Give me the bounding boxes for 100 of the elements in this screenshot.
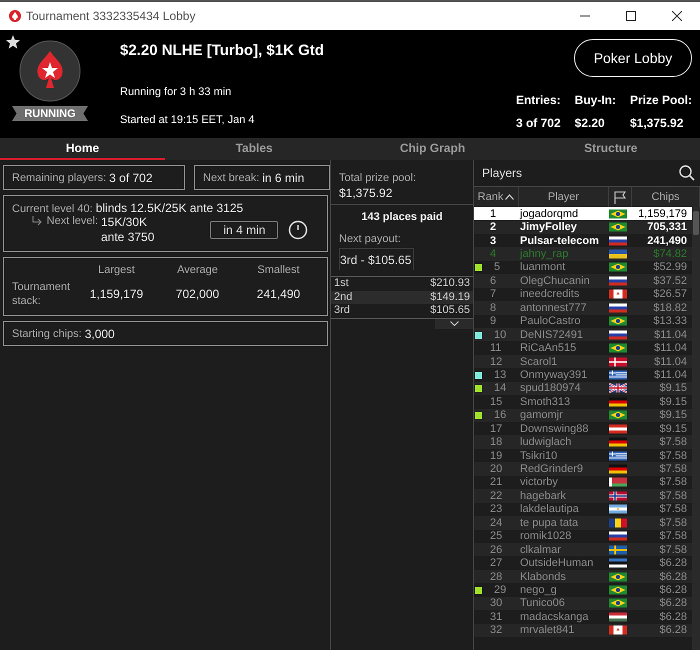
stack-value: 702,000 (174, 287, 220, 301)
chips-cell-text: $13.33 (652, 315, 688, 328)
player-name: OlegChucanin (519, 274, 591, 287)
tab[interactable]: Chip Graph (343, 138, 522, 160)
player-row[interactable]: 4 jahny_rap $74.82 (474, 247, 692, 261)
player-row[interactable]: 19 Tsikri10 $7.58 (474, 448, 692, 462)
chips-cell-text: $7.58 (658, 490, 688, 502)
chips-cell-text: $6.28 (658, 610, 688, 623)
player-name: lakdelautipa (519, 503, 580, 516)
player-name: mrvalet841 (519, 624, 576, 636)
next-level-value: ante 3750 (101, 230, 154, 245)
column-title: Rank (478, 191, 504, 203)
player-name: Onmyway391 (519, 368, 588, 381)
rank-cell: 31 (490, 610, 502, 623)
stat-label: Buy-In: (574, 93, 616, 107)
stack-heading: Largest (97, 264, 136, 276)
rank-cell: 9 (490, 315, 496, 328)
tab[interactable]: Structure (522, 138, 700, 160)
tab[interactable]: Tables (165, 138, 344, 160)
player-row[interactable]: 23 lakdelautipa $7.58 (474, 502, 692, 516)
current-level-label: Current level 40: (12, 203, 93, 215)
chips-cell-text: $26.57 (652, 288, 688, 300)
player-name: jahny_rap (518, 248, 570, 260)
rank-cell: 2 (490, 221, 496, 234)
tab[interactable]: Home (0, 138, 165, 160)
chips-cell-text: $52.99 (652, 261, 688, 274)
stat-value: 3 of 702 (516, 116, 561, 130)
players-title: Players (482, 166, 522, 180)
chips-cell-text: 241,490 (646, 234, 688, 247)
stack-heading: Smallest (256, 264, 301, 276)
player-row[interactable]: 24 te pupa tata $7.58 (474, 516, 692, 530)
rank-cell: 20 (490, 463, 502, 476)
chips-cell-text: $7.58 (658, 450, 688, 462)
tournament-name: $2.20 NLHE [Turbo], $1K Gtd (120, 42, 325, 59)
player-name: nego_g (519, 584, 558, 596)
rank-cell: 27 (490, 557, 502, 570)
player-row[interactable]: 7 ineedcredits $26.57 (474, 288, 692, 302)
player-name: Klabonds (519, 570, 567, 583)
rank-cell: 1 (490, 208, 496, 220)
player-row[interactable]: 20 RedGrinder9 $7.58 (474, 462, 692, 476)
player-row[interactable]: 2 JimyFolley 705,331 (474, 220, 692, 234)
player-name: OutsideHuman (519, 557, 594, 570)
rank-cell: 4 (490, 248, 496, 260)
player-name: Tsikri10 (519, 450, 558, 462)
running-time: Running for 3 h 33 min (120, 86, 232, 98)
player-row[interactable]: 6 OlegChucanin $37.52 (474, 274, 692, 288)
player-row[interactable]: 9 PauloCastro $13.33 (474, 314, 692, 328)
rank-cell: 3 (490, 234, 496, 247)
rank-cell: 25 (490, 530, 502, 542)
chips-cell-text: 1,159,179 (637, 208, 688, 220)
rank-cell: 8 (490, 302, 496, 314)
current-level-value: blinds 12.5K/25K ante 3125 (96, 201, 244, 215)
payout-place: 3rd (334, 304, 350, 318)
player-name: Scarol1 (519, 356, 558, 368)
player-row[interactable]: 3 Pulsar-telecom 241,490 (474, 234, 692, 248)
next-break-value: in 6 min (262, 170, 304, 184)
stack-heading: Average (176, 264, 219, 276)
stat-label: Entries: (516, 93, 561, 107)
next-break-label: Next break: (203, 172, 260, 184)
player-row[interactable]: 28 Klabonds $6.28 (474, 570, 692, 584)
start-time: Started at 19:15 EET, Jan 4 (120, 114, 256, 126)
chips-cell-text: $7.58 (658, 544, 688, 556)
chips-cell-text: $11.04 (653, 328, 688, 341)
remaining-players-label: Remaining players: (12, 172, 106, 184)
next-payout-value: 3rd - $105.65 (339, 248, 414, 270)
chips-cell-text: 705,331 (646, 221, 688, 234)
stat-label: Prize Pool: (630, 93, 692, 107)
chips-cell-text: $6.28 (658, 570, 688, 583)
player-row[interactable]: 25 romik1028 $7.58 (474, 530, 692, 543)
player-row[interactable]: 26 clkalmar $7.58 (474, 542, 692, 556)
player-row[interactable]: 22 hagebark $7.58 (474, 489, 692, 503)
payout-amount: $210.93 (430, 277, 470, 290)
player-row[interactable]: 17 Downswing88 $9.15 (474, 422, 692, 436)
player-name: Pulsar-telecom (519, 234, 600, 247)
player-name: RiCaAn515 (519, 342, 578, 354)
chips-cell-text: $9.15 (658, 396, 688, 408)
player-row[interactable]: 8 antonnest777 $18.82 (474, 301, 692, 314)
rank-cell: 17 (490, 422, 502, 435)
chips-cell-text: $7.58 (658, 463, 688, 476)
rank-cell: 5 (494, 261, 500, 274)
rank-cell: 15 (490, 396, 502, 408)
chips-cell-text: $7.58 (658, 516, 688, 529)
player-row[interactable]: 1 jogadorqmd 1,159,179 (474, 207, 692, 220)
rank-cell: 29 (494, 584, 506, 596)
stat-value: $2.20 (574, 116, 606, 130)
rank-cell: 10 (494, 328, 506, 341)
player-row[interactable]: 18 ludwiglach $7.58 (474, 435, 692, 449)
player-row[interactable]: 16 gamomjr $9.15 (474, 408, 692, 422)
player-row[interactable]: 14 spud180974 $9.15 (474, 382, 692, 396)
level-timer: in 4 min (210, 221, 278, 239)
player-name: ludwiglach (519, 436, 572, 448)
player-row[interactable]: 30 Tunico06 $6.28 (474, 596, 692, 610)
poker-lobby-button[interactable]: Poker Lobby (574, 39, 692, 77)
chips-cell-text: $9.15 (658, 382, 688, 394)
next-level-value: 15K/30K (101, 215, 148, 230)
player-row[interactable]: 10 DeNIS72491 $11.04 (474, 328, 692, 342)
player-name: Downswing88 (519, 422, 590, 435)
player-row[interactable]: 32 mrvalet841 $6.28 (474, 624, 692, 637)
player-row[interactable]: 12 Scarol1 $11.04 (474, 354, 692, 368)
rank-cell: 11 (490, 342, 502, 354)
